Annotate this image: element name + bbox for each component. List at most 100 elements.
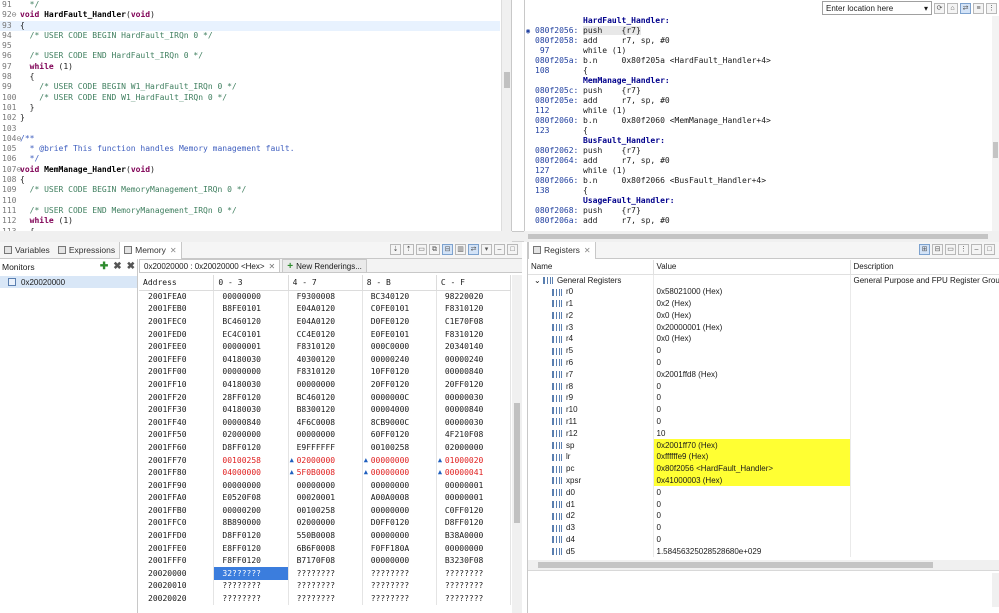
minimize-icon[interactable]: –	[494, 244, 505, 255]
register-row[interactable]: r9 0	[528, 391, 999, 404]
register-row[interactable]: r5 0	[528, 344, 999, 357]
memory-row[interactable]: 2001FFC0 8B890000 02000000 D0FF0120 D8FF0120	[139, 516, 512, 530]
memory-cell[interactable]: B8300120	[288, 403, 363, 416]
memory-cell[interactable]: ????????	[288, 567, 363, 580]
disassembly-line[interactable]: 080f206a: add r7, sp, #0	[525, 216, 771, 226]
rendering-tab[interactable]: 0x20020000 : 0x20020000 <Hex> ✕	[139, 259, 281, 272]
memory-row[interactable]: 2001FEF0 04180030 40300120 00000240 00000240	[139, 352, 512, 366]
memory-cell[interactable]: 4F210F08	[436, 428, 512, 442]
memory-cell[interactable]: 04180030	[213, 378, 289, 391]
register-row[interactable]: d3 0	[528, 521, 999, 534]
disassembly-line[interactable]: 080f2068: push {r7}	[525, 206, 771, 216]
show-source-icon[interactable]: ≡	[973, 2, 984, 14]
code-line[interactable]: 94 /* USER CODE BEGIN HardFault_IRQn 0 *…	[0, 31, 500, 41]
memory-cell[interactable]: 00100258	[362, 441, 437, 454]
memory-cell[interactable]: BC460120	[213, 315, 289, 328]
memory-cell[interactable]: 00000000	[213, 290, 289, 303]
register-value[interactable]: 0	[653, 498, 851, 510]
column-header[interactable]: Name	[528, 260, 654, 275]
memory-cell[interactable]: 04000000	[213, 466, 289, 479]
register-value[interactable]: 0	[653, 380, 851, 392]
memory-row[interactable]: 2001FED0 EC4C0101 CC4E0120 E0FE0101 F8310120	[139, 327, 512, 341]
column-header[interactable]: 8 - B	[362, 275, 437, 291]
disassembly-line[interactable]: 97 while (1)	[525, 46, 771, 56]
memory-cell[interactable]: 00000000	[288, 478, 363, 492]
memory-cell[interactable]: 00000840	[436, 365, 512, 379]
memory-cell[interactable]: 00000001	[213, 340, 289, 353]
memory-row[interactable]: 2001FF90 00000000 00000000 00000000 00000001	[139, 478, 512, 492]
code-line[interactable]: 106 */	[0, 154, 500, 164]
register-group-row[interactable]: ⌄ General Registers General Purpose and F…	[528, 274, 999, 286]
memory-cell[interactable]: 40300120	[288, 352, 363, 366]
memory-cell[interactable]: 00100258	[213, 453, 289, 467]
memory-cell[interactable]: 00000030	[436, 390, 512, 404]
column-header[interactable]: C - F	[436, 275, 512, 291]
memory-row[interactable]: 2001FFB0 00000200 00100258 00000000 C0FF0120	[139, 504, 512, 517]
memory-row[interactable]: 2001FF80 04000000 ▲ 5F0B0008 ▲ 00000000 ▲ 00000…	[139, 466, 512, 479]
memory-cell[interactable]: ▲ 02000000	[288, 453, 363, 467]
new-renderings-tab[interactable]: + New Renderings...	[282, 259, 367, 272]
memory-cell[interactable]: ▲ 00000041	[436, 466, 512, 479]
disassembly-line[interactable]: UsageFault_Handler:	[525, 196, 771, 206]
memory-cell[interactable]: F9300008	[288, 290, 363, 303]
memory-cell[interactable]: 20340140	[436, 340, 512, 353]
registers-horizontal-scrollbar[interactable]	[528, 560, 999, 570]
disassembly-line[interactable]: 080f2060: b.n 0x80f2060 <MemManage_Handle…	[525, 116, 771, 126]
memory-cell[interactable]: 00000000	[436, 541, 512, 555]
memory-row[interactable]: 2001FFF0 F8FF0120 B7170F08 00000000 B3230F08	[139, 554, 512, 568]
editor-lines[interactable]: 91 */92⊖ void HardFault_Handler(void) 93{9…	[0, 0, 500, 231]
register-value[interactable]: 0x80f2056 <HardFault_Handler>	[653, 462, 851, 475]
memory-table[interactable]: Address 0 - 34 - 78 - BC - F 2001FEA0 0000…	[139, 275, 512, 605]
memory-cell[interactable]: 20FF0120	[436, 378, 512, 391]
collapse-all-icon[interactable]: ⊟	[932, 244, 943, 255]
code-line[interactable]: 99 /* USER CODE BEGIN W1_HardFault_IRQn …	[0, 82, 500, 92]
layout-icon[interactable]: ⊞	[919, 244, 930, 255]
memory-cell[interactable]: ????????	[288, 592, 363, 605]
memory-row[interactable]: 2001FEA0 00000000 F9300008 BC340120 98220020	[139, 290, 512, 303]
disassembly-line[interactable]: 127 while (1)	[525, 166, 771, 176]
memory-row[interactable]: 2001FF00 00000000 F8310120 10FF0120 00000840	[139, 365, 512, 379]
registers-table[interactable]: Name Value Description ⌄ General Registers…	[528, 260, 999, 558]
memory-cell[interactable]: 32??????	[213, 567, 289, 580]
disassembly-line[interactable]: 108 {	[525, 66, 771, 76]
export-icon[interactable]: ⇡	[403, 244, 414, 255]
memory-cell[interactable]: CC4E0120	[288, 327, 363, 341]
editor-vertical-scrollbar[interactable]	[501, 0, 511, 231]
memory-cell[interactable]: 02000000	[436, 441, 512, 454]
register-value[interactable]: 1.58456325028528680e+029	[653, 545, 851, 558]
memory-cell[interactable]: ????????	[436, 592, 512, 605]
memory-cell[interactable]: ????????	[362, 567, 437, 580]
disassembly-line[interactable]: 080f2066: b.n 0x80f2066 <BusFault_Handler…	[525, 176, 771, 186]
register-row[interactable]: r8 0	[528, 380, 999, 392]
disassembly-line[interactable]: MemManage_Handler:	[525, 76, 771, 86]
memory-cell[interactable]: 00000000	[362, 554, 437, 568]
register-row[interactable]: r6 0	[528, 356, 999, 369]
register-row[interactable]: r10 0	[528, 403, 999, 416]
memory-cell[interactable]: ????????	[436, 579, 512, 593]
memory-cell[interactable]: 00000001	[436, 478, 512, 492]
register-row[interactable]: d0 0	[528, 486, 999, 499]
memory-cell[interactable]: 4F6C0008	[288, 415, 363, 429]
memory-cell[interactable]: E8FF0120	[213, 541, 289, 555]
maximize-icon[interactable]: □	[984, 244, 995, 255]
memory-vertical-scrollbar[interactable]	[512, 275, 522, 613]
disassembly-line[interactable]: 080f205c: push {r7}	[525, 86, 771, 96]
memory-row[interactable]: 20020020????????????????????????????????	[139, 592, 512, 605]
memory-cell[interactable]: ▲ 5F0B0008	[288, 466, 363, 479]
remove-all-icon[interactable]: ✖	[127, 262, 135, 272]
disassembly-line[interactable]: 080f2058: add r7, sp, #0	[525, 36, 771, 46]
register-row[interactable]: sp 0x2001ff70 (Hex)	[528, 439, 999, 451]
disassembly-line[interactable]: BusFault_Handler:	[525, 136, 771, 146]
tab-variables[interactable]: Variables	[0, 242, 54, 259]
view-menu-icon[interactable]: ⋮	[958, 244, 969, 255]
memory-cell[interactable]: 00020001	[288, 491, 363, 505]
memory-cell[interactable]: 8B890000	[213, 516, 289, 530]
register-row[interactable]: r4 0x0 (Hex)	[528, 332, 999, 345]
memory-cell[interactable]: 8CB9000C	[362, 415, 437, 429]
register-row[interactable]: r11 0	[528, 415, 999, 428]
register-detail-pane[interactable]	[528, 570, 999, 613]
disassembly-vertical-scrollbar[interactable]	[992, 16, 999, 231]
code-line[interactable]: 107⊖void MemManage_Handler(void)	[0, 165, 500, 175]
disassembly-line[interactable]: HardFault_Handler:	[525, 16, 771, 26]
memory-cell[interactable]: BC340120	[362, 290, 437, 303]
